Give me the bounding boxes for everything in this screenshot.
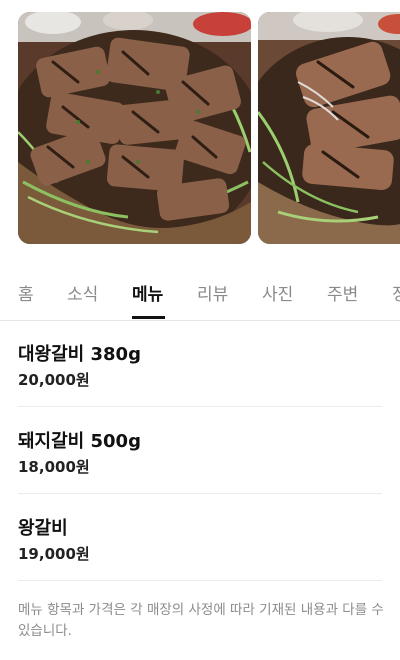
photo-gallery[interactable]: [0, 0, 400, 260]
menu-item-price: 19,000원: [18, 545, 90, 563]
menu-item[interactable]: 왕갈비 19,000원: [18, 494, 382, 581]
tab-photos[interactable]: 사진: [262, 280, 293, 305]
menu-photo-2[interactable]: [258, 12, 400, 244]
menu-list: 대왕갈비 380g 20,000원 돼지갈비 500g 18,000원 왕갈비 …: [18, 320, 382, 581]
menu-item-name: 돼지갈비 500g: [18, 431, 141, 452]
menu-item[interactable]: 대왕갈비 380g 20,000원: [18, 320, 382, 407]
tab-home[interactable]: 홈: [18, 280, 34, 305]
menu-item-price: 18,000원: [18, 458, 90, 476]
menu-item-name: 대왕갈비 380g: [18, 344, 141, 365]
tab-nearby[interactable]: 주변: [327, 280, 358, 305]
tab-info[interactable]: 정: [392, 280, 400, 305]
active-tab-indicator: [132, 316, 165, 319]
menu-item-name: 왕갈비: [18, 518, 68, 539]
menu-item-price: 20,000원: [18, 371, 90, 389]
grilled-galbi-image: [258, 12, 400, 244]
menu-item[interactable]: 돼지갈비 500g 18,000원: [18, 407, 382, 494]
grilled-galbi-image: [18, 12, 251, 244]
tab-menu[interactable]: 메뉴: [132, 280, 163, 305]
tab-reviews[interactable]: 리뷰: [197, 280, 228, 305]
tab-news[interactable]: 소식: [67, 280, 98, 305]
menu-photo-1[interactable]: [18, 12, 251, 244]
price-disclaimer: 메뉴 항목과 가격은 각 매장의 사정에 따라 기재된 내용과 다를 수 있습니…: [18, 602, 384, 639]
tab-bar: 홈 소식 메뉴 리뷰 사진 주변 정: [0, 262, 400, 321]
